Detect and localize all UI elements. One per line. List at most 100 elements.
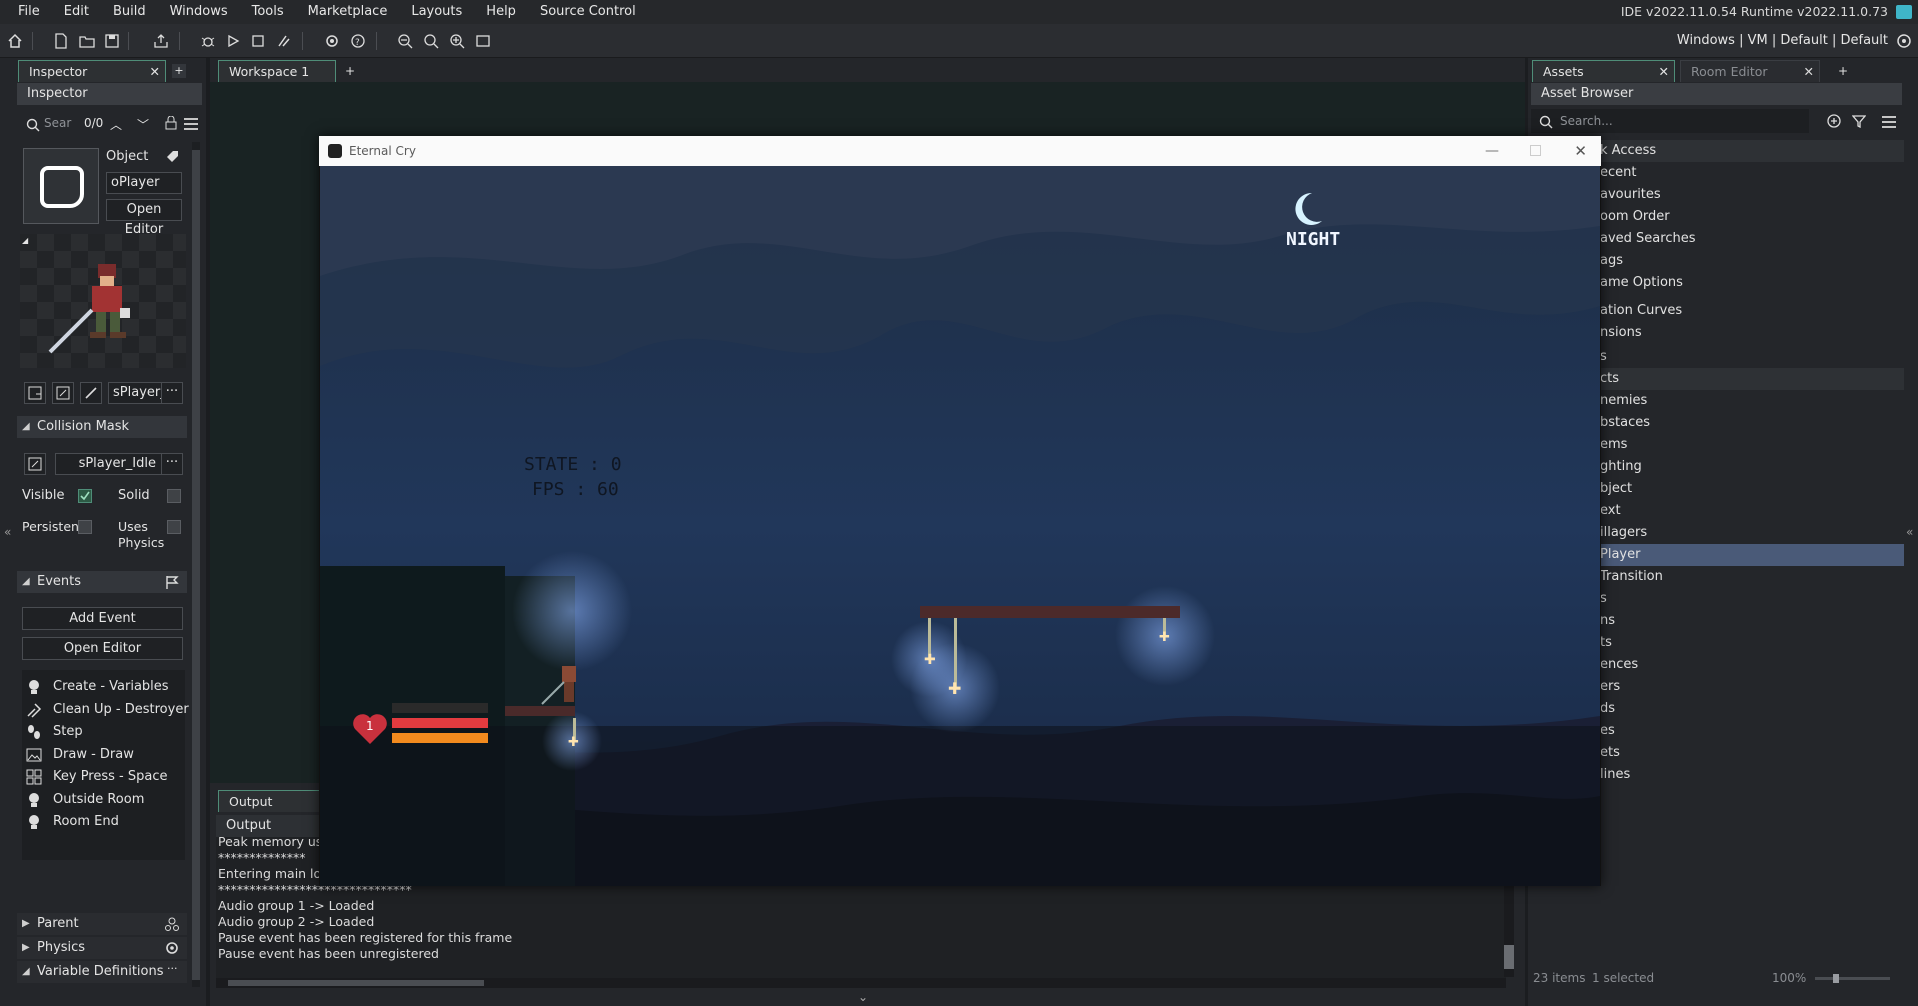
run-icon[interactable] — [222, 30, 244, 52]
filter-icon[interactable] — [1851, 114, 1867, 132]
output-hscrollbar[interactable] — [216, 978, 1506, 988]
chevron-up-icon[interactable]: ︿ — [110, 116, 122, 133]
debug-icon[interactable] — [197, 30, 219, 52]
gamepad-icon[interactable] — [472, 30, 494, 52]
brush-icon[interactable] — [80, 382, 102, 404]
close-assets-icon[interactable]: ✕ — [1659, 61, 1669, 82]
expand-down-icon[interactable]: ⌄ — [858, 990, 868, 1004]
asset-tree-item[interactable]: ets — [1594, 742, 1904, 764]
uses-physics-checkbox[interactable] — [167, 520, 181, 534]
asset-tree-item[interactable]: k Access — [1594, 140, 1904, 162]
settings-icon[interactable] — [321, 30, 343, 52]
new-file-icon[interactable] — [50, 30, 72, 52]
asset-tree-item[interactable]: ns — [1594, 610, 1904, 632]
object-thumbnail[interactable] — [23, 148, 99, 224]
tag-icon[interactable] — [165, 149, 179, 167]
stop-icon[interactable] — [247, 30, 269, 52]
asset-tree-item[interactable]: ds — [1594, 698, 1904, 720]
event-item[interactable]: Room End — [25, 811, 119, 833]
menu-windows[interactable]: Windows — [158, 0, 240, 24]
asset-tree-item[interactable]: ags — [1594, 250, 1904, 272]
open-editor-button[interactable]: Open Editor — [106, 199, 182, 237]
menu-icon[interactable] — [184, 118, 198, 134]
asset-tree-item[interactable]: ems — [1594, 434, 1904, 456]
event-item[interactable]: Key Press - Space — [25, 766, 168, 788]
game-viewport[interactable]: ✚ ✚ ✚ ✚ NIGHT STATE : 0 FPS : 60 1 — [320, 166, 1600, 886]
game-titlebar[interactable]: Eternal Cry — ✕ — [319, 136, 1601, 166]
asset-menu-icon[interactable] — [1882, 116, 1896, 132]
clean-icon[interactable] — [273, 30, 295, 52]
open-folder-icon[interactable] — [76, 30, 98, 52]
collapse-icon[interactable]: ◢ — [22, 236, 28, 245]
flag-icon[interactable] — [165, 575, 179, 593]
asset-tree-item[interactable]: avourites — [1594, 184, 1904, 206]
gear-icon[interactable] — [165, 941, 179, 959]
menu-help[interactable]: Help — [474, 0, 528, 24]
target-selector[interactable]: Windows | VM | Default | Default — [1677, 24, 1888, 58]
edit-sprite-icon[interactable] — [52, 382, 74, 404]
asset-tree-item[interactable]: aved Searches — [1594, 228, 1904, 250]
tab-room-editor[interactable]: Room Editor ✕ — [1680, 60, 1820, 82]
visible-checkbox[interactable] — [78, 489, 92, 503]
parent-header[interactable]: ▶ Parent — [17, 913, 187, 935]
asset-tree-item[interactable]: ences — [1594, 654, 1904, 676]
close-game-icon[interactable]: ✕ — [1574, 136, 1587, 166]
add-asset-icon[interactable] — [1827, 114, 1841, 132]
menu-edit[interactable]: Edit — [52, 0, 101, 24]
asset-tree-item[interactable]: lines — [1594, 764, 1904, 786]
asset-tree-item[interactable]: s — [1594, 588, 1904, 610]
close-icon[interactable]: ✕ — [150, 61, 160, 82]
menu-source-control[interactable]: Source Control — [528, 0, 648, 24]
event-item[interactable]: Draw - Draw — [25, 744, 134, 766]
event-item[interactable]: Clean Up - Destroyer — [25, 699, 189, 721]
persistent-checkbox[interactable] — [78, 520, 92, 534]
tab-workspace-1[interactable]: Workspace 1 — [218, 60, 336, 82]
zoom-out-icon[interactable] — [394, 30, 416, 52]
collapse-left-icon[interactable]: « — [4, 525, 11, 539]
add-asset-tab-icon[interactable]: + — [1838, 64, 1848, 78]
asset-tree-item[interactable]: Player — [1594, 544, 1904, 566]
asset-tree-item[interactable]: es — [1594, 720, 1904, 742]
inspector-scrollbar[interactable] — [192, 142, 200, 987]
variable-definitions-header[interactable]: ◢ Variable Definitions — [17, 961, 187, 983]
asset-tree-item[interactable]: bstaces — [1594, 412, 1904, 434]
lock-icon[interactable] — [165, 115, 177, 134]
asset-tree-item[interactable]: ation Curves — [1594, 300, 1904, 322]
menu-file[interactable]: File — [6, 0, 52, 24]
tab-output[interactable]: Output — [218, 790, 328, 812]
collapse-right-icon[interactable]: « — [1906, 525, 1913, 539]
chevron-down-icon[interactable]: ﹀ — [137, 116, 149, 133]
variables-more-icon[interactable]: ··· — [167, 962, 178, 975]
mask-sprite-select[interactable]: sPlayer_Idle — [55, 453, 165, 475]
inspector-search-input[interactable]: Sear — [44, 116, 71, 130]
asset-tree-item[interactable]: ext — [1594, 500, 1904, 522]
zoom-reset-icon[interactable] — [420, 30, 442, 52]
collision-mask-header[interactable]: ◢ Collision Mask — [17, 416, 187, 438]
asset-tree-item[interactable]: ame Options — [1594, 272, 1904, 294]
object-name-field[interactable]: oPlayer — [106, 172, 182, 194]
menu-tools[interactable]: Tools — [240, 0, 296, 24]
target-icon[interactable] — [1893, 30, 1915, 52]
sprite-select[interactable]: sPlayer_ — [108, 382, 167, 404]
asset-tree-item[interactable]: Transition — [1594, 566, 1904, 588]
asset-tree-item[interactable]: cts — [1594, 368, 1904, 390]
tab-inspector[interactable]: Inspector ✕ — [18, 60, 166, 82]
new-sprite-icon[interactable] — [24, 382, 46, 404]
asset-tree-item[interactable]: ecent — [1594, 162, 1904, 184]
asset-tree-item[interactable]: nsions — [1594, 322, 1904, 344]
tab-assets[interactable]: Assets ✕ — [1532, 60, 1675, 82]
asset-tree-item[interactable]: bject — [1594, 478, 1904, 500]
menu-build[interactable]: Build — [101, 0, 158, 24]
asset-zoom-slider[interactable] — [1815, 974, 1890, 983]
create-executable-icon[interactable] — [150, 30, 172, 52]
asset-tree-item[interactable]: ers — [1594, 676, 1904, 698]
open-editor-events-button[interactable]: Open Editor — [22, 637, 183, 660]
events-header[interactable]: ◢ Events — [17, 571, 187, 593]
zoom-in-icon[interactable] — [446, 30, 468, 52]
asset-tree-item[interactable]: ghting — [1594, 456, 1904, 478]
asset-tree-item[interactable]: nemies — [1594, 390, 1904, 412]
add-workspace-icon[interactable]: + — [345, 64, 355, 78]
physics-header[interactable]: ▶ Physics — [17, 937, 187, 959]
event-item[interactable]: Step — [25, 721, 83, 743]
home-icon[interactable] — [4, 30, 26, 52]
